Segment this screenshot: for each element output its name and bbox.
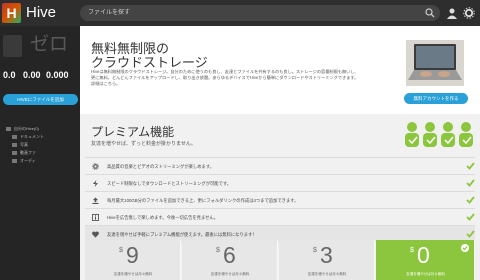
price-amount: 3 bbox=[320, 242, 333, 268]
premium-section: プレミアム機能 友達を増やせば、ずっと料金が掛かりません。 高品質の音楽とビデオ… bbox=[80, 114, 480, 280]
check-icon bbox=[466, 213, 475, 221]
laptop-photo bbox=[406, 40, 464, 86]
info-icon bbox=[92, 214, 99, 221]
price-amount: 9 bbox=[126, 242, 139, 268]
currency-symbol: $ bbox=[216, 247, 220, 254]
gear-icon bbox=[92, 163, 99, 170]
sidebar-item-documents[interactable]: ドキュメント bbox=[0, 133, 80, 141]
feature-list: 高品質の音楽とビデオのストリーミングが楽しめます。 スピード制限なしでダウンロー… bbox=[85, 157, 475, 242]
currency-symbol: $ bbox=[313, 247, 317, 254]
currency-symbol: $ bbox=[119, 247, 123, 254]
price-card-6[interactable]: $ 6 友達を増やせば月々無料 bbox=[182, 240, 278, 280]
search-bar[interactable] bbox=[80, 5, 440, 21]
currency-symbol: $ bbox=[410, 247, 414, 254]
premium-title: プレミアム機能 bbox=[91, 125, 175, 139]
upload-icon bbox=[92, 197, 99, 204]
feature-row: スピード制限なしでダウンロードとストリーミングが可能です。 bbox=[85, 174, 475, 191]
sidebar-item-label: オーディ bbox=[20, 158, 36, 163]
feature-text: 毎月最大100GB分のファイルを追加できる上、更にフォルダリンクの作成は4つまで… bbox=[107, 198, 299, 203]
price-description: 友達を増やせば月々無料 bbox=[406, 272, 445, 276]
check-icon bbox=[466, 230, 475, 238]
check-icon bbox=[466, 196, 475, 204]
hero-section: 無料無制限の クラウドストレージ Hiveは無料無制限のクラウドストレージ。自分… bbox=[80, 26, 480, 114]
heart-icon bbox=[92, 231, 99, 238]
main-content: 無料無制限の クラウドストレージ Hiveは無料無制限のクラウドストレージ。自分… bbox=[80, 26, 480, 280]
selected-check-icon bbox=[461, 244, 469, 252]
price-card-3[interactable]: $ 3 友達を増やせば月々無料 bbox=[279, 240, 375, 280]
folder-icon bbox=[12, 159, 17, 163]
price-card-9[interactable]: $ 9 友達を増やせば月々無料 bbox=[85, 240, 181, 280]
check-icon bbox=[466, 179, 475, 187]
feature-text: スピード制限なしでダウンロードとストリーミングが可能です。 bbox=[107, 181, 232, 186]
check-icon bbox=[466, 162, 475, 170]
user-icon[interactable] bbox=[446, 7, 458, 19]
feature-row: 毎月最大100GB分のファイルを追加できる上、更にフォルダリンクの作成は4つまで… bbox=[85, 191, 475, 208]
folder-icon bbox=[6, 127, 11, 131]
create-free-account-button[interactable]: 無料アカウントを作る bbox=[404, 93, 468, 104]
bolt-icon bbox=[92, 180, 99, 187]
logo-letter: H bbox=[6, 5, 17, 21]
premium-subtitle: 友達を増やせば、ずっと料金が掛かりません。 bbox=[91, 141, 196, 147]
friends-icon bbox=[405, 122, 473, 147]
folder-icon bbox=[12, 151, 17, 155]
sidebar-item-label: ドキュメント bbox=[20, 134, 44, 139]
sidebar-item-label: 写真 bbox=[20, 142, 28, 147]
app-title: Hive bbox=[26, 4, 57, 21]
sidebar-item-label: 動画ファ bbox=[20, 150, 36, 155]
sidebar-item-videos[interactable]: 動画ファ bbox=[0, 149, 80, 157]
price-amount: 6 bbox=[223, 242, 236, 268]
zero-label: ゼロ bbox=[30, 34, 69, 55]
price-amount: 0 bbox=[417, 242, 430, 268]
avatar[interactable] bbox=[3, 35, 22, 57]
top-bar: H Hive bbox=[0, 0, 480, 26]
price-cards: $ 9 友達を増やせば月々無料 $ 6 友達を増やせば月々無料 $ 3 友達を増… bbox=[85, 240, 475, 280]
feature-row: 高品質の音楽とビデオのストリーミングが楽しめます。 bbox=[85, 157, 475, 174]
settings-icon[interactable] bbox=[463, 7, 475, 19]
search-icon[interactable] bbox=[425, 8, 435, 18]
folder-icon bbox=[12, 143, 17, 147]
price-description: 友達を増やせば月々無料 bbox=[113, 272, 153, 276]
sidebar-item-photos[interactable]: 写真 bbox=[0, 141, 80, 149]
search-input[interactable] bbox=[88, 5, 418, 21]
add-file-button[interactable]: HIVEにファイルを追加 bbox=[3, 94, 78, 105]
stat-value: 0.0 bbox=[3, 70, 16, 80]
stat-value: 0.000 bbox=[46, 70, 69, 80]
price-card-0-selected[interactable]: $ 0 友達を増やせば月々無料 bbox=[376, 240, 475, 280]
price-description: 友達を増やせば月々無料 bbox=[307, 272, 347, 276]
feature-row: Hiveを広告無しで楽しめます。今後一切広告を見ません。 bbox=[85, 208, 475, 225]
price-description: 友達を増やせば月々無料 bbox=[210, 272, 250, 276]
folder-tree: 自分のHive(0) ドキュメント 写真 動画ファ オーディ bbox=[0, 125, 80, 165]
stat-value: 0.00 bbox=[23, 70, 41, 80]
feature-text: 高品質の音楽とビデオのストリーミングが楽しめます。 bbox=[107, 164, 214, 169]
sidebar-item-audio[interactable]: オーディ bbox=[0, 157, 80, 165]
hive-logo[interactable]: H bbox=[2, 3, 21, 23]
folder-icon bbox=[12, 135, 17, 139]
sidebar-item-label: 自分のHive(0) bbox=[14, 126, 39, 131]
hero-description: Hiveは無料無制限のクラウドストレージ。自分のために使うのも良し、友達とファイ… bbox=[91, 69, 359, 86]
sidebar-item-my-hive[interactable]: 自分のHive(0) bbox=[0, 125, 80, 133]
feature-text: Hiveを広告無しで楽しめます。今後一切広告を見ません。 bbox=[107, 215, 219, 220]
feature-text: 友達を増やせば手軽にプレミアム機能が使えます。最後には無料になります！ bbox=[107, 232, 257, 237]
sidebar: ゼロ 0.0 0.00 0.000 HIVEにファイルを追加 自分のHive(0… bbox=[0, 26, 80, 280]
